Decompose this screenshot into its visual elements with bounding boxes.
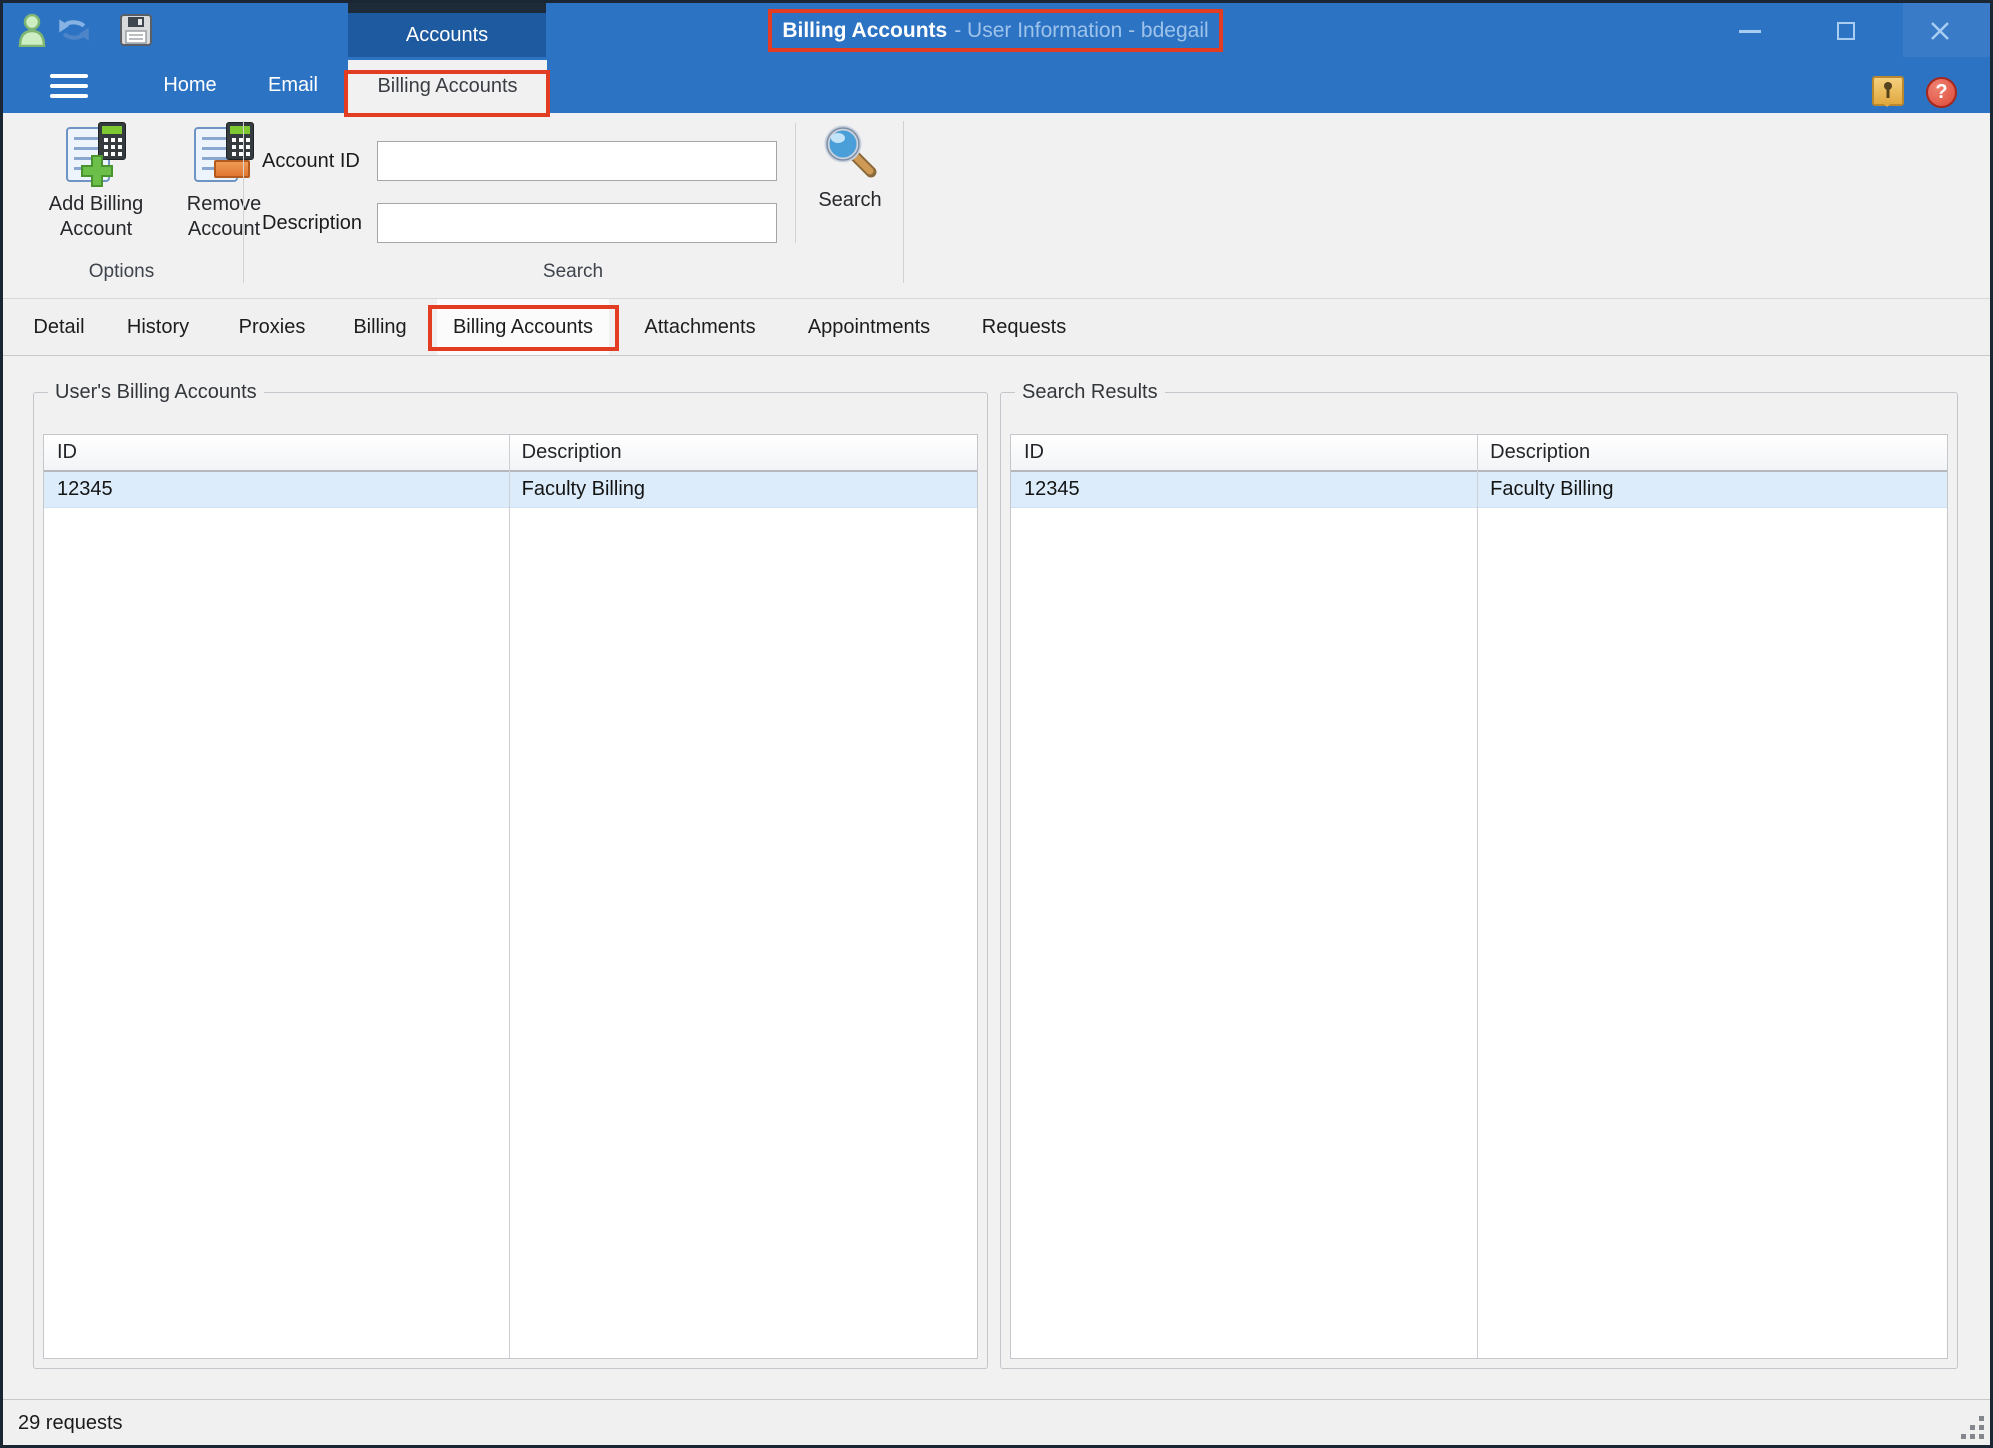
users-billing-accounts-legend: User's Billing Accounts bbox=[48, 381, 264, 404]
search-results-legend: Search Results bbox=[1015, 381, 1165, 404]
account-id-label: Account ID bbox=[262, 141, 360, 181]
status-text: 29 requests bbox=[18, 1400, 123, 1446]
table-row[interactable]: 12345 Faculty Billing bbox=[44, 472, 977, 508]
page-tab-strip: Detail History Proxies Billing Billing A… bbox=[0, 299, 1993, 356]
search-button-label: Search bbox=[818, 188, 881, 213]
tab-attachments[interactable]: Attachments bbox=[630, 299, 770, 355]
cell-description: Faculty Billing bbox=[509, 472, 977, 507]
search-results-groupbox: Search Results ID Description 12345 Facu… bbox=[1000, 381, 1958, 1369]
pin-button[interactable] bbox=[1872, 76, 1904, 106]
tab-appointments[interactable]: Appointments bbox=[794, 299, 944, 355]
app-menu-button[interactable] bbox=[50, 74, 88, 102]
user-profile-button[interactable] bbox=[14, 12, 50, 48]
person-icon bbox=[17, 13, 47, 47]
remove-account-label-1: Remove bbox=[187, 192, 261, 217]
minimize-icon bbox=[1739, 30, 1761, 33]
tab-history[interactable]: History bbox=[112, 299, 204, 355]
contextual-tab-accounts[interactable]: Accounts bbox=[348, 0, 546, 57]
close-icon bbox=[1929, 20, 1951, 42]
tab-billing[interactable]: Billing bbox=[344, 299, 416, 355]
tab-proxies[interactable]: Proxies bbox=[226, 299, 318, 355]
cell-id: 12345 bbox=[1011, 472, 1477, 507]
tab-billing-accounts[interactable]: Billing Accounts bbox=[437, 299, 609, 355]
maximize-icon bbox=[1837, 22, 1855, 40]
minimize-button[interactable] bbox=[1726, 16, 1774, 46]
save-icon bbox=[120, 14, 152, 46]
search-results-list: ID Description 12345 Faculty Billing bbox=[1010, 434, 1948, 1359]
group-separator bbox=[243, 121, 244, 283]
column-header-description[interactable]: Description bbox=[1477, 435, 1947, 470]
titlebar: Accounts Billing Accounts - User Informa… bbox=[0, 0, 1993, 113]
tab-requests[interactable]: Requests bbox=[968, 299, 1080, 355]
annotation-title-box: Billing Accounts - User Information - bd… bbox=[768, 9, 1223, 52]
remove-account-label-2: Account bbox=[188, 217, 260, 242]
options-group-label: Options bbox=[0, 261, 243, 283]
description-label: Description bbox=[262, 203, 362, 243]
pushpin-icon bbox=[1881, 81, 1895, 101]
application-window: Accounts Billing Accounts - User Informa… bbox=[0, 0, 1993, 1448]
search-icon bbox=[821, 122, 879, 180]
add-billing-label-2: Account bbox=[60, 217, 132, 242]
maximize-button[interactable] bbox=[1822, 16, 1870, 46]
save-button[interactable] bbox=[118, 12, 154, 48]
add-billing-account-icon bbox=[64, 122, 128, 186]
description-input[interactable] bbox=[377, 203, 777, 243]
window-title-primary: Billing Accounts bbox=[782, 19, 947, 43]
column-header-id[interactable]: ID bbox=[1011, 435, 1477, 470]
contextual-tab-strip bbox=[348, 0, 546, 13]
content-area: User's Billing Accounts ID Description 1… bbox=[0, 356, 1993, 1399]
users-billing-accounts-groupbox: User's Billing Accounts ID Description 1… bbox=[33, 381, 988, 1369]
button-separator bbox=[795, 123, 796, 243]
column-header-description[interactable]: Description bbox=[509, 435, 977, 470]
ribbon-body: Add Billing Account Remove Account Accou… bbox=[0, 113, 1993, 299]
search-group-label: Search bbox=[243, 261, 903, 283]
plus-badge-icon bbox=[80, 154, 114, 188]
list-header: ID Description bbox=[1011, 435, 1947, 472]
close-button[interactable] bbox=[1916, 16, 1964, 46]
cell-id: 12345 bbox=[44, 472, 509, 507]
cell-description: Faculty Billing bbox=[1477, 472, 1947, 507]
remove-account-icon bbox=[192, 122, 256, 186]
contextual-tab-label: Accounts bbox=[348, 13, 546, 57]
ribbon-tab-billing-accounts[interactable]: Billing Accounts bbox=[348, 60, 547, 113]
add-billing-label-1: Add Billing bbox=[49, 192, 144, 217]
column-header-id[interactable]: ID bbox=[44, 435, 509, 470]
group-separator bbox=[903, 121, 904, 283]
table-row[interactable]: 12345 Faculty Billing bbox=[1011, 472, 1947, 508]
column-divider bbox=[1477, 435, 1478, 1358]
resize-grip[interactable] bbox=[1962, 1417, 1984, 1439]
sync-arrows-icon bbox=[56, 13, 92, 47]
account-id-input[interactable] bbox=[377, 141, 777, 181]
ribbon-tab-email[interactable]: Email bbox=[243, 57, 343, 113]
ribbon-tab-home[interactable]: Home bbox=[138, 57, 242, 113]
minus-badge-icon bbox=[214, 160, 250, 178]
users-billing-accounts-list: ID Description 12345 Faculty Billing bbox=[43, 434, 978, 1359]
tab-detail[interactable]: Detail bbox=[24, 299, 94, 355]
window-title-secondary: - User Information - bdegail bbox=[954, 19, 1208, 43]
refresh-button[interactable] bbox=[56, 12, 92, 48]
column-divider bbox=[509, 435, 510, 1358]
help-button[interactable]: ? bbox=[1926, 77, 1957, 108]
list-header: ID Description bbox=[44, 435, 977, 472]
status-bar: 29 requests bbox=[0, 1399, 1993, 1448]
